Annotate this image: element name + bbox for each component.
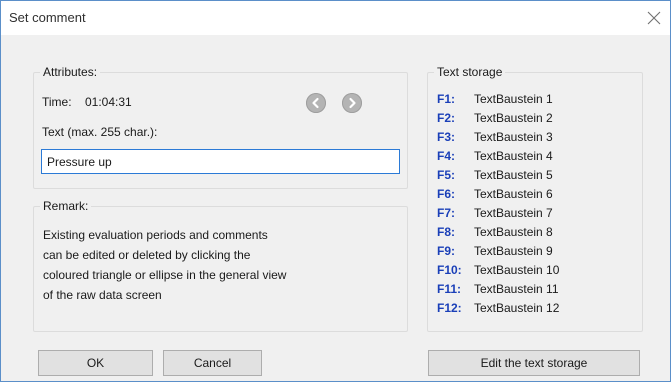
storage-key: F1: — [437, 92, 455, 106]
remark-line: of the raw data screen — [43, 288, 162, 302]
storage-item: TextBaustein 4 — [474, 149, 553, 163]
storage-item: TextBaustein 8 — [474, 225, 553, 239]
storage-key: F12: — [437, 301, 462, 315]
storage-item: TextBaustein 10 — [474, 263, 560, 277]
set-comment-dialog: Set comment Attributes: Time: 01:04:31 T… — [0, 0, 671, 382]
title-bar: Set comment — [1, 1, 670, 35]
storage-key: F6: — [437, 187, 455, 201]
arrow-left-glyph — [312, 97, 319, 109]
attributes-legend: Attributes: — [40, 65, 101, 79]
arrow-left-icon[interactable] — [306, 93, 326, 113]
remark-line: Existing evaluation periods and comments — [43, 228, 268, 242]
close-icon[interactable] — [640, 4, 668, 32]
storage-key: F5: — [437, 168, 455, 182]
storage-key: F10: — [437, 263, 462, 277]
attributes-group: Attributes: Time: 01:04:31 Text (max. 25… — [33, 65, 408, 189]
remark-line: can be edited or deleted by clicking the — [43, 248, 251, 262]
storage-key: F11: — [437, 282, 462, 296]
remark-group: Remark: Existing evaluation periods and … — [33, 199, 408, 332]
ok-button[interactable]: OK — [38, 350, 153, 376]
storage-key: F7: — [437, 206, 455, 220]
window-title: Set comment — [9, 10, 86, 25]
time-value: 01:04:31 — [85, 95, 132, 109]
storage-item: TextBaustein 6 — [474, 187, 553, 201]
storage-item: TextBaustein 11 — [474, 282, 559, 296]
cancel-button[interactable]: Cancel — [163, 350, 262, 376]
storage-item: TextBaustein 12 — [474, 301, 560, 315]
text-storage-legend: Text storage — [434, 65, 506, 79]
remark-line: coloured triangle or ellipse in the gene… — [43, 268, 287, 282]
time-label: Time: — [42, 95, 72, 109]
text-label: Text (max. 255 char.): — [42, 125, 158, 139]
storage-key: F2: — [437, 111, 455, 125]
storage-item: TextBaustein 3 — [474, 130, 553, 144]
storage-item: TextBaustein 2 — [474, 111, 553, 125]
storage-key: F9: — [437, 244, 455, 258]
storage-item: TextBaustein 1 — [474, 92, 553, 106]
comment-text-input[interactable] — [41, 149, 400, 174]
arrow-right-icon[interactable] — [342, 93, 362, 113]
remark-legend: Remark: — [40, 199, 92, 213]
storage-item: TextBaustein 7 — [474, 206, 553, 220]
storage-item: TextBaustein 5 — [474, 168, 553, 182]
storage-key: F4: — [437, 149, 455, 163]
storage-item: TextBaustein 9 — [474, 244, 553, 258]
close-icon-glyph — [647, 11, 661, 25]
edit-text-storage-button[interactable]: Edit the text storage — [428, 350, 640, 376]
arrow-right-glyph — [349, 97, 356, 109]
text-storage-group: Text storage F1: TextBaustein 1 F2: Text… — [427, 65, 643, 332]
storage-key: F8: — [437, 225, 455, 239]
storage-key: F3: — [437, 130, 455, 144]
